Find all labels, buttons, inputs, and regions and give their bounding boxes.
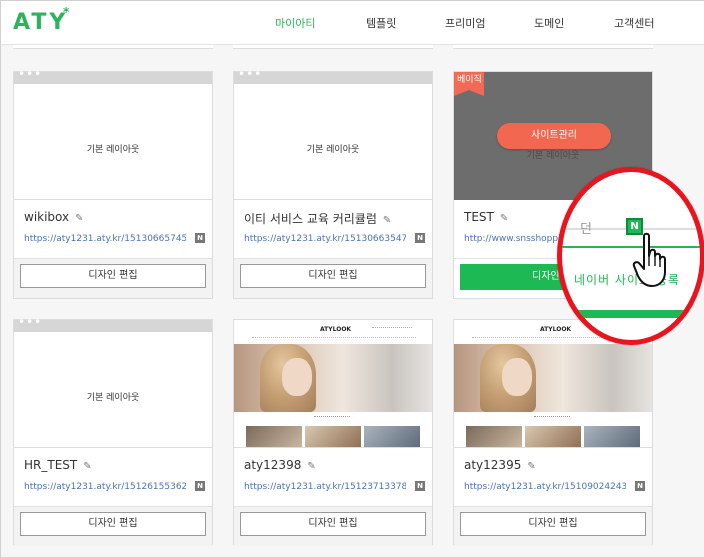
site-card: ••• 기본 레이아웃 wikibox ✎ https://aty1231.aty… xyxy=(13,67,213,299)
naver-n-icon[interactable]: N xyxy=(415,481,425,491)
thumbnail-label: 기본 레이아웃 xyxy=(86,145,140,155)
naver-n-icon[interactable]: N xyxy=(635,481,645,491)
site-url-link[interactable]: https://aty1231.aty.kr/1510902424335 xyxy=(464,482,626,492)
site-url-link[interactable]: https://aty1231.aty.kr/1513066354799 xyxy=(244,234,406,244)
site-manage-button[interactable]: 사이트관리 xyxy=(497,123,611,149)
site-title: 이티 서비스 교육 커리큘럼 ✎ xyxy=(244,212,392,226)
thumbnail-label: 기본 레이아웃 xyxy=(526,151,580,161)
card-footer: 디자인 편집 xyxy=(14,506,212,546)
thumbnail-label: 기본 레이아웃 xyxy=(306,145,360,155)
pencil-icon[interactable]: ✎ xyxy=(307,461,315,472)
nav-templates[interactable]: 템플릿 xyxy=(366,15,396,31)
site-title: TEST ✎ xyxy=(464,210,509,224)
logo-star-icon: * xyxy=(63,5,70,19)
previous-row-stub xyxy=(13,45,213,49)
nav-my-aty[interactable]: 마이아티 xyxy=(275,15,315,31)
site-thumbnail[interactable]: ••• 기본 레이아웃 xyxy=(14,315,212,448)
naver-n-icon[interactable]: N xyxy=(415,233,425,243)
site-thumbnail[interactable]: ATYLOOK xyxy=(234,320,432,448)
design-edit-button[interactable]: 디자인 편집 xyxy=(460,512,646,536)
basic-plan-badge: 베이직 xyxy=(454,72,484,96)
card-footer: 디자인 편집 xyxy=(454,506,652,546)
magnifier-callout: 던 N 네이버 사이트 등록 xyxy=(557,167,704,345)
pencil-icon[interactable]: ✎ xyxy=(383,215,391,226)
naver-n-icon[interactable]: N xyxy=(195,233,205,243)
site-url-link[interactable]: https://aty1231.aty.kr/1512371337855 xyxy=(244,482,406,492)
site-card: ••• 기본 레이아웃 HR_TEST ✎ https://aty1231.aty… xyxy=(13,315,213,546)
nav-support[interactable]: 고객센터 xyxy=(614,15,654,31)
window-bar: ••• xyxy=(234,67,432,84)
nav-premium[interactable]: 프리미엄 xyxy=(445,15,485,31)
aty-logo[interactable]: ATY xyxy=(13,10,68,35)
site-title: wikibox ✎ xyxy=(24,210,84,224)
top-header: ATY * 마이아티 템플릿 프리미엄 도메인 고객센터 xyxy=(1,1,704,45)
thumbnail-label: 기본 레이아웃 xyxy=(86,393,140,403)
partial-text: 던 xyxy=(580,222,592,237)
pencil-icon[interactable]: ✎ xyxy=(500,213,508,224)
previous-row-stub xyxy=(453,45,653,49)
pencil-icon[interactable]: ✎ xyxy=(83,461,91,472)
site-title: HR_TEST ✎ xyxy=(24,458,92,472)
card-footer: 디자인 편집 xyxy=(14,258,212,298)
design-edit-button[interactable]: 디자인 편집 xyxy=(20,264,206,288)
design-edit-button[interactable]: 디자인 편집 xyxy=(240,264,426,288)
pencil-icon[interactable]: ✎ xyxy=(527,461,535,472)
nav-domain[interactable]: 도메인 xyxy=(534,15,564,31)
window-bar: ••• xyxy=(14,67,212,84)
site-title: aty12398 ✎ xyxy=(244,458,316,472)
site-card: ATYLOOK aty12398 ✎ https://aty1231.aty.kr… xyxy=(233,319,433,546)
site-thumbnail[interactable]: ••• 기본 레이아웃 xyxy=(14,67,212,200)
card-footer: 디자인 편집 xyxy=(234,506,432,546)
site-thumbnail[interactable]: ••• 기본 레이아웃 xyxy=(234,67,432,200)
hand-pointer-icon xyxy=(632,232,666,287)
site-title: aty12395 ✎ xyxy=(464,458,536,472)
window-bar: ••• xyxy=(14,315,212,332)
card-footer: 디자인 편집 xyxy=(234,258,432,298)
app-frame: ATY * 마이아티 템플릿 프리미엄 도메인 고객센터 ••• 기본 레이아웃… xyxy=(0,0,704,557)
site-url-link[interactable]: https://aty1231.aty.kr/1512615536231 xyxy=(24,482,186,492)
site-card: ••• 기본 레이아웃 이티 서비스 교육 커리큘럼 ✎ https://aty1… xyxy=(233,67,433,299)
site-card: ATYLOOK aty12395 ✎ https://aty1231.aty.kr… xyxy=(453,319,653,546)
design-edit-button[interactable]: 디자인 편집 xyxy=(240,512,426,536)
naver-n-icon[interactable]: N xyxy=(195,481,205,491)
pencil-icon[interactable]: ✎ xyxy=(75,213,83,224)
design-edit-button[interactable]: 디자인 편집 xyxy=(20,512,206,536)
site-url-link[interactable]: https://aty1231.aty.kr/1513066574554 xyxy=(24,234,186,244)
previous-row-stub xyxy=(233,45,433,49)
